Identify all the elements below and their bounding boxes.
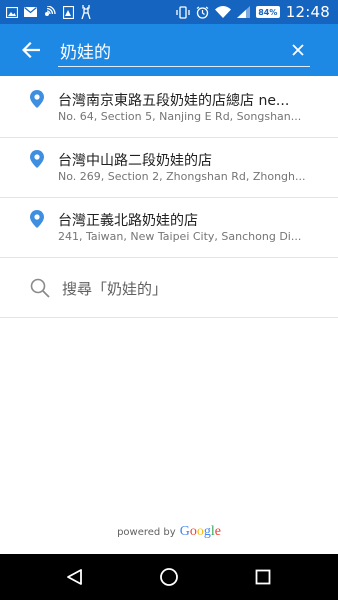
- result-title: 台灣中山路二段奶娃的店: [58, 153, 212, 169]
- signal-icon: [43, 6, 57, 18]
- location-pin-icon: [30, 90, 44, 108]
- results-list: 台灣南京東路五段奶娃的店總店 ne... No. 64, Section 5, …: [0, 78, 338, 318]
- location-pin-icon: [30, 150, 44, 168]
- search-app-bar: [0, 24, 338, 76]
- google-logo-letter: o: [189, 524, 197, 539]
- battery-icon: 84%: [255, 6, 280, 18]
- google-logo-letter: g: [203, 524, 211, 539]
- photo-icon: [63, 5, 74, 19]
- nav-back-button[interactable]: [64, 567, 86, 587]
- deer-icon: [80, 5, 92, 19]
- clock: 12:48: [285, 3, 330, 21]
- result-title: 台灣正義北路奶娃的店: [58, 213, 198, 229]
- nav-recent-apps-button[interactable]: [252, 567, 274, 587]
- image-icon: [6, 6, 18, 18]
- search-input[interactable]: [60, 37, 274, 63]
- vibrate-icon: [176, 5, 190, 19]
- nav-back-icon: [67, 569, 82, 585]
- clear-search-button[interactable]: [290, 42, 306, 58]
- navigation-bar: [0, 554, 338, 600]
- search-suggestion-row[interactable]: 搜尋「奶娃的」: [0, 258, 338, 318]
- result-address: 241, Taiwan, New Taipei City, Sanchong D…: [58, 230, 302, 243]
- attribution: powered by Google: [0, 522, 338, 542]
- nav-recent-apps-icon: [255, 569, 271, 585]
- result-title: 台灣南京東路五段奶娃的店總店 ne...: [58, 93, 290, 109]
- search-underline: [58, 66, 310, 67]
- google-logo-letter: G: [179, 524, 190, 539]
- result-address: No. 64, Section 5, Nanjing E Rd, Songsha…: [58, 110, 302, 123]
- status-bar: 84% 12:48: [0, 0, 338, 24]
- notification-icons: [6, 5, 92, 19]
- mail-icon: [24, 7, 37, 17]
- result-item[interactable]: 台灣中山路二段奶娃的店 No. 269, Section 2, Zhongsha…: [0, 138, 338, 198]
- powered-by-label: powered by: [117, 526, 176, 538]
- back-button[interactable]: [18, 38, 44, 62]
- system-icons: 84% 12:48: [176, 3, 330, 21]
- nav-home-icon: [160, 568, 178, 586]
- result-item[interactable]: 台灣南京東路五段奶娃的店總店 ne... No. 64, Section 5, …: [0, 78, 338, 138]
- location-pin-icon: [30, 210, 44, 228]
- google-logo: Google: [180, 524, 221, 540]
- result-item[interactable]: 台灣正義北路奶娃的店 241, Taiwan, New Taipei City,…: [0, 198, 338, 258]
- alarm-icon: [196, 6, 209, 19]
- cell-signal-icon: [236, 6, 250, 18]
- back-arrow-icon: [22, 42, 40, 58]
- google-logo-letter: e: [214, 524, 221, 539]
- nav-home-button[interactable]: [158, 567, 180, 587]
- close-icon: [292, 44, 304, 56]
- google-logo-letter: o: [196, 524, 204, 539]
- search-icon: [30, 278, 50, 298]
- search-suggestion-text: 搜尋「奶娃的」: [62, 280, 168, 298]
- wifi-icon: [214, 6, 231, 18]
- result-address: No. 269, Section 2, Zhongshan Rd, Zhongh…: [58, 170, 306, 183]
